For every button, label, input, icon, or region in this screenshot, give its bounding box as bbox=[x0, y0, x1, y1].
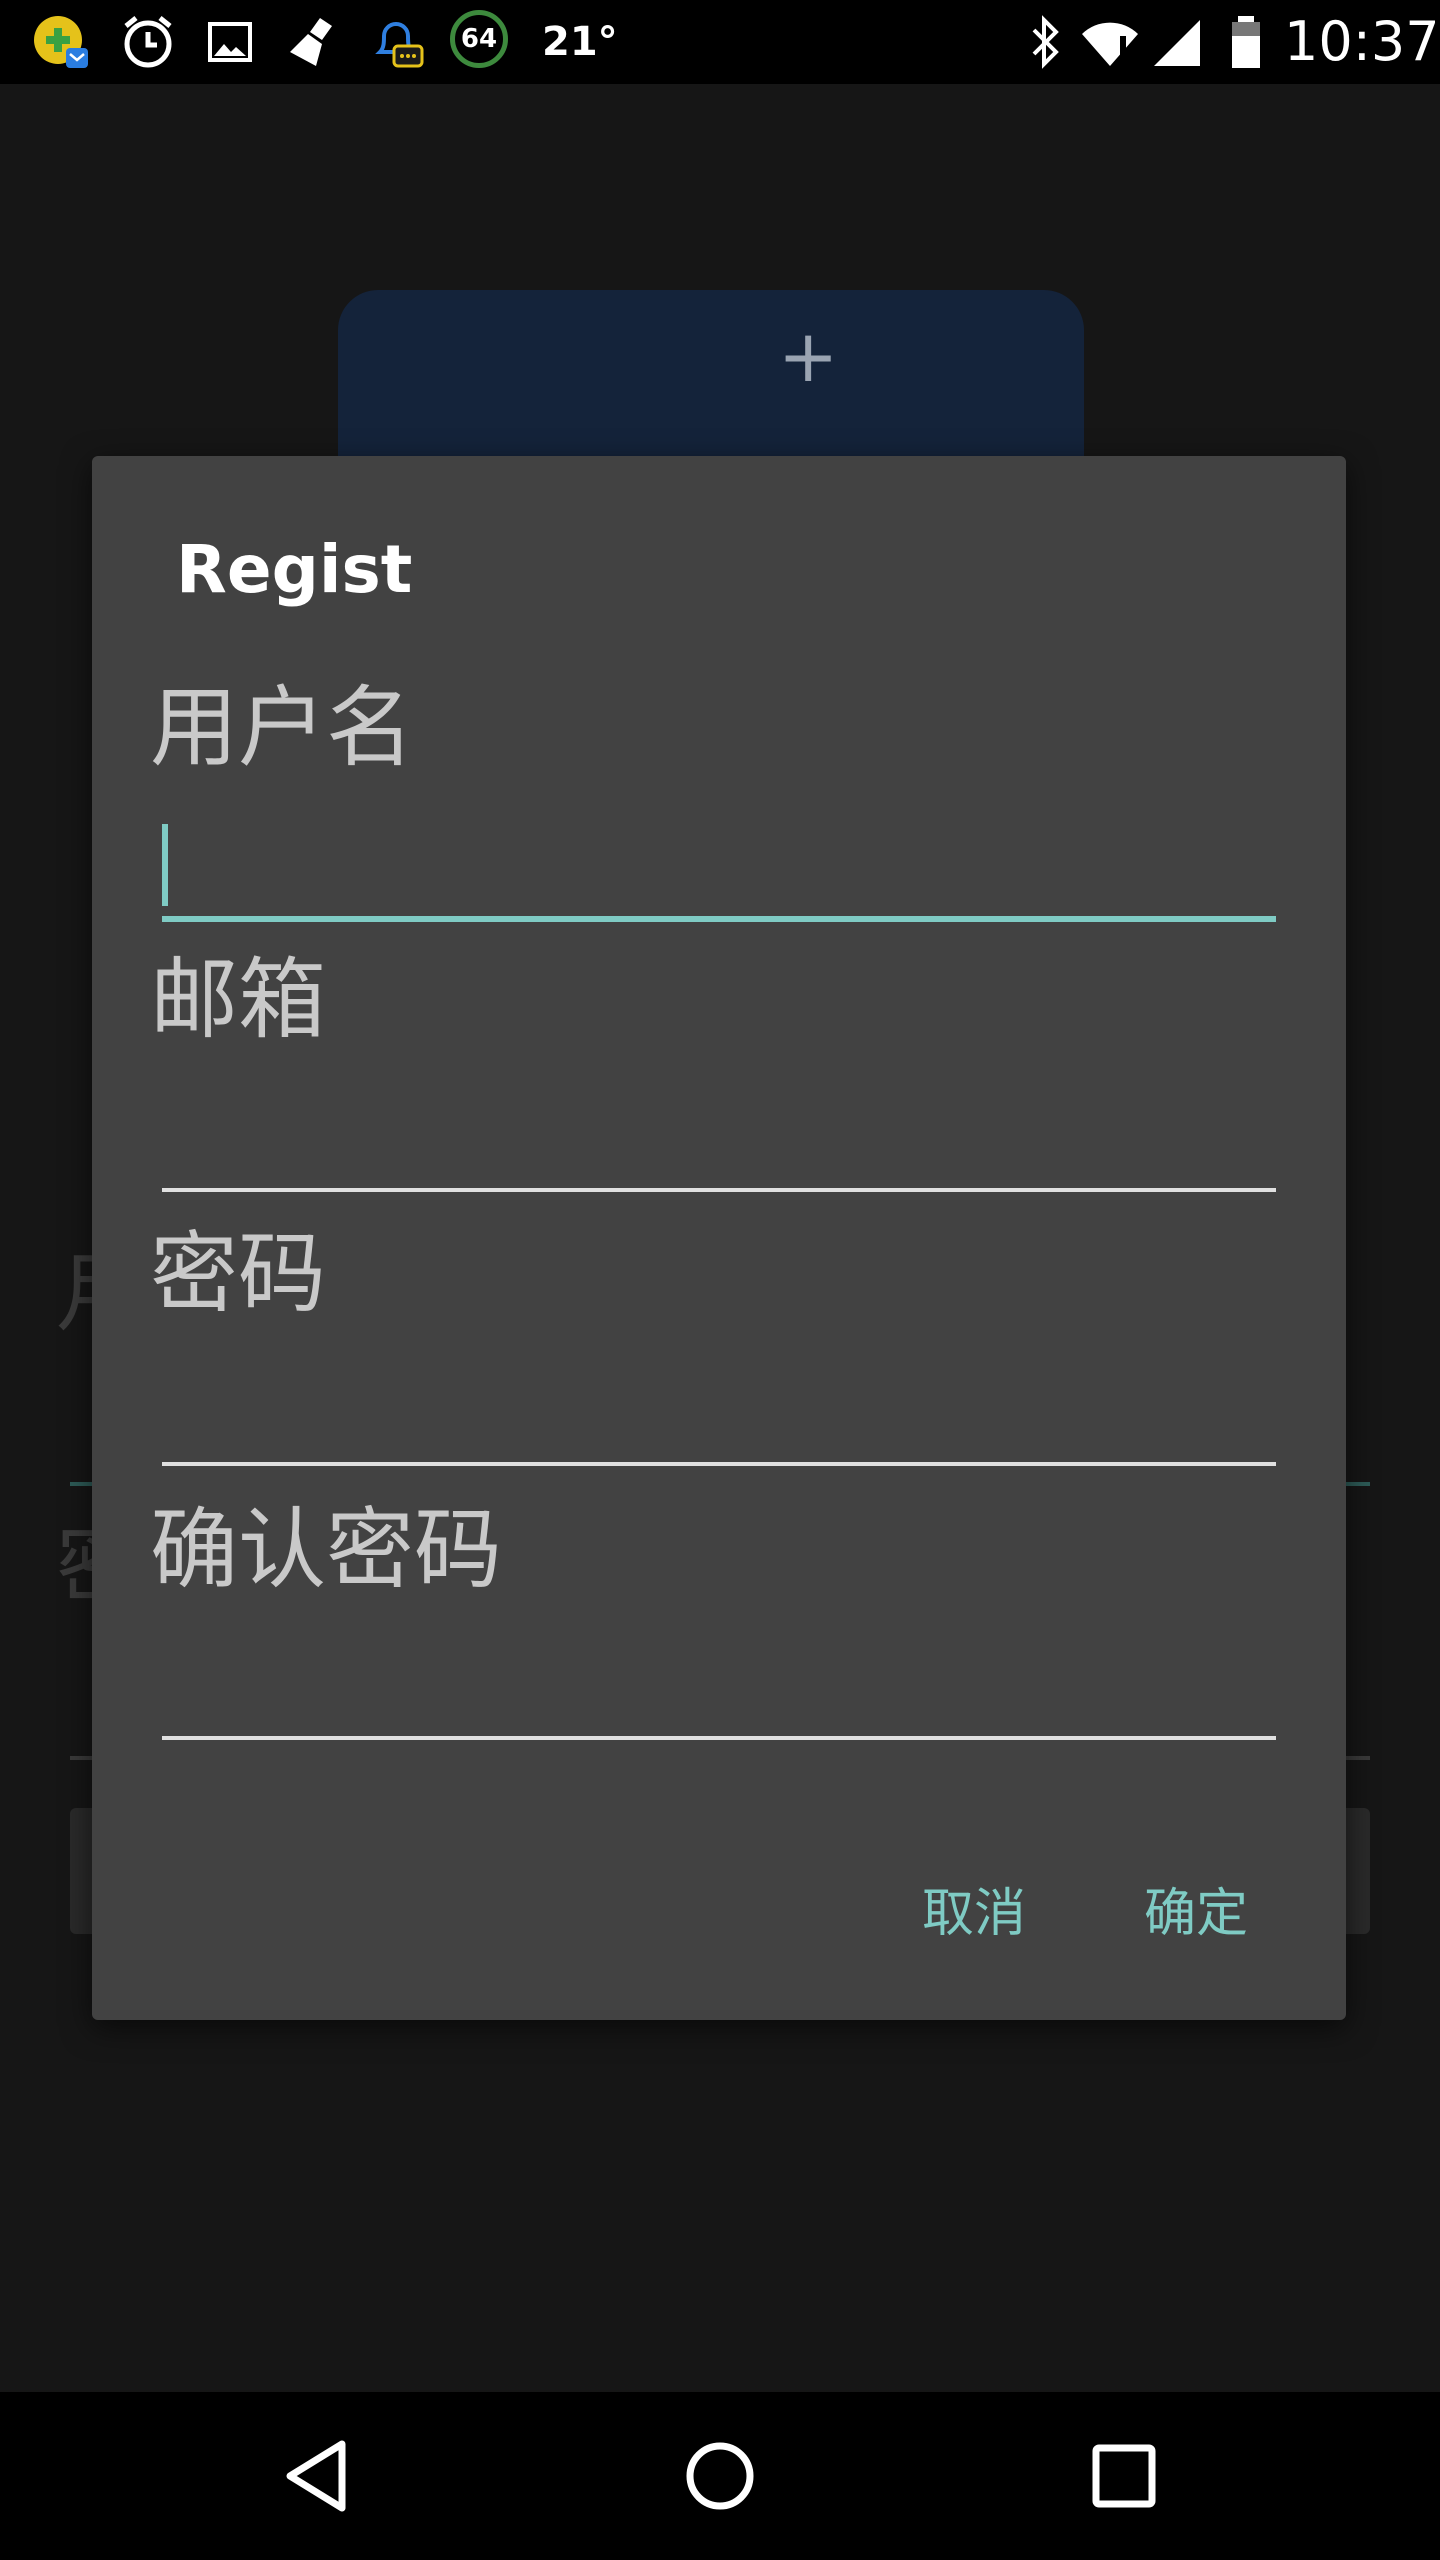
temperature-text: 21° bbox=[542, 19, 618, 65]
battery-saver-icon: 64 bbox=[450, 10, 508, 68]
notification-bell-icon bbox=[375, 22, 424, 68]
back-icon[interactable] bbox=[266, 2426, 366, 2526]
bluetooth-icon bbox=[1032, 15, 1059, 69]
signal-icon bbox=[1154, 20, 1200, 66]
plus-icon: + bbox=[778, 314, 839, 398]
recents-icon[interactable] bbox=[1074, 2426, 1174, 2526]
text-cursor bbox=[162, 824, 168, 906]
username-input[interactable] bbox=[162, 816, 1276, 922]
regist-dialog: Regist 用户名 邮箱 密码 确认密码 取消 确定 bbox=[92, 456, 1346, 2020]
status-bar: 64 21° 10:37 bbox=[0, 0, 1440, 84]
email-label: 邮箱 bbox=[150, 948, 327, 1051]
wifi-icon bbox=[1082, 22, 1138, 66]
app-badge-icon bbox=[34, 16, 88, 68]
password-input[interactable] bbox=[162, 1362, 1276, 1466]
battery-icon bbox=[1232, 16, 1260, 68]
alarm-icon bbox=[124, 16, 172, 68]
username-label: 用户名 bbox=[150, 676, 415, 779]
confirm-password-input[interactable] bbox=[162, 1636, 1276, 1740]
home-icon[interactable] bbox=[670, 2426, 770, 2526]
cancel-button[interactable]: 取消 bbox=[910, 1874, 1038, 1954]
confirm-button[interactable]: 确定 bbox=[1132, 1874, 1260, 1954]
navigation-bar bbox=[0, 2392, 1440, 2560]
confirm-password-label: 确认密码 bbox=[150, 1498, 503, 1601]
email-input[interactable] bbox=[162, 1088, 1276, 1192]
dialog-title: Regist bbox=[176, 531, 413, 608]
broom-icon bbox=[290, 18, 332, 66]
image-icon bbox=[208, 22, 252, 62]
clock: 10:37 bbox=[1284, 10, 1440, 73]
password-label: 密码 bbox=[150, 1222, 327, 1325]
